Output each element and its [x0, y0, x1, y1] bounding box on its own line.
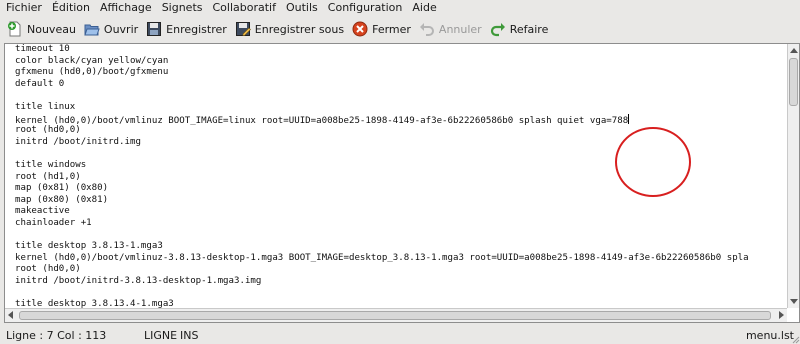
editor-line[interactable]: color black/cyan yellow/cyan	[15, 56, 783, 68]
editor-line[interactable]: initrd /boot/initrd-3.8.13-desktop-1.mga…	[15, 276, 783, 288]
new-button[interactable]: Nouveau	[4, 18, 81, 40]
close-button-label: Fermer	[372, 22, 411, 36]
editor-line[interactable]: chainloader +1	[15, 218, 783, 230]
editor-line[interactable]	[15, 230, 783, 242]
scroll-up-arrow-icon[interactable]	[790, 48, 798, 53]
undo-button-label: Annuler	[438, 22, 482, 36]
text-editor[interactable]: timeout 10 color black/cyan yellow/cyan gf…	[4, 43, 800, 323]
menu-configuration[interactable]: Configuration	[323, 0, 408, 16]
editor-line[interactable]	[15, 287, 783, 299]
editor-line[interactable]: title desktop 3.8.13.4-1.mga3	[15, 299, 783, 308]
insert-mode[interactable]: INS	[180, 329, 198, 342]
save-button-label: Enregistrer	[166, 22, 227, 36]
save-disk-icon	[146, 21, 162, 37]
menu-affichage[interactable]: Affichage	[95, 0, 157, 16]
selection-mode[interactable]: LIGNE	[144, 329, 177, 342]
undo-icon	[419, 21, 435, 37]
vertical-scrollbar[interactable]	[787, 44, 799, 308]
scroll-down-arrow-icon[interactable]	[790, 299, 798, 304]
editor-line[interactable]: makeactive	[15, 206, 783, 218]
editor-line[interactable]: default 0	[15, 79, 783, 91]
scroll-right-arrow-icon[interactable]	[779, 311, 784, 319]
redo-icon	[490, 21, 506, 37]
open-button[interactable]: Ouvrir	[81, 18, 143, 40]
cursor-position: Ligne : 7 Col : 113	[6, 329, 107, 342]
horizontal-scrollbar[interactable]	[5, 308, 787, 322]
menu-outils[interactable]: Outils	[281, 0, 323, 16]
new-button-label: Nouveau	[27, 22, 76, 36]
menu-signets[interactable]: Signets	[157, 0, 208, 16]
undo-button[interactable]: Annuler	[416, 18, 487, 40]
save-button[interactable]: Enregistrer	[143, 18, 232, 40]
menu-edition[interactable]: Édition	[47, 0, 95, 16]
menu-aide[interactable]: Aide	[407, 0, 441, 16]
menu-fichier[interactable]: Fichier	[0, 0, 47, 16]
editor-line[interactable]: kernel (hd0,0)/boot/vmlinuz BOOT_IMAGE=l…	[15, 113, 783, 125]
editor-line[interactable]	[15, 90, 783, 102]
editor-line[interactable]: title desktop 3.8.13-1.mga3	[15, 241, 783, 253]
save-as-icon	[235, 21, 251, 37]
status-bar: Ligne : 7 Col : 113 LIGNE INS menu.lst	[0, 326, 800, 344]
editor-line[interactable]: map (0x80) (0x81)	[15, 195, 783, 207]
save-as-button[interactable]: Enregistrer sous	[232, 18, 349, 40]
editor-line[interactable]: timeout 10	[15, 44, 783, 56]
resize-grip-icon[interactable]	[790, 334, 800, 344]
close-icon	[352, 21, 368, 37]
editor-line[interactable]: title linux	[15, 102, 783, 114]
menu-bar: Fichier Édition Affichage Signets Collab…	[0, 0, 800, 16]
open-button-label: Ouvrir	[103, 22, 139, 36]
horizontal-scroll-thumb[interactable]	[19, 311, 771, 320]
vertical-scroll-thumb[interactable]	[789, 58, 798, 106]
save-as-button-label: Enregistrer sous	[254, 22, 345, 36]
editor-line[interactable]: gfxmenu (hd0,0)/boot/gfxmenu	[15, 67, 783, 79]
redo-button[interactable]: Refaire	[487, 18, 554, 40]
file-name: menu.lst	[745, 329, 794, 342]
redo-button-label: Refaire	[509, 22, 549, 36]
editor-line[interactable]: root (hd0,0)	[15, 264, 783, 276]
editor-line[interactable]: kernel (hd0,0)/boot/vmlinuz-3.8.13-deskt…	[15, 253, 783, 265]
toolbar: Nouveau Ouvrir Enregistrer Enregistrer s…	[0, 16, 800, 42]
scroll-left-arrow-icon[interactable]	[8, 311, 13, 319]
close-button[interactable]: Fermer	[349, 18, 416, 40]
red-annotation-circle	[615, 127, 691, 197]
new-document-icon	[7, 21, 23, 37]
open-folder-icon	[84, 21, 100, 37]
text-cursor	[628, 113, 630, 124]
menu-collaboratif[interactable]: Collaboratif	[208, 0, 281, 16]
